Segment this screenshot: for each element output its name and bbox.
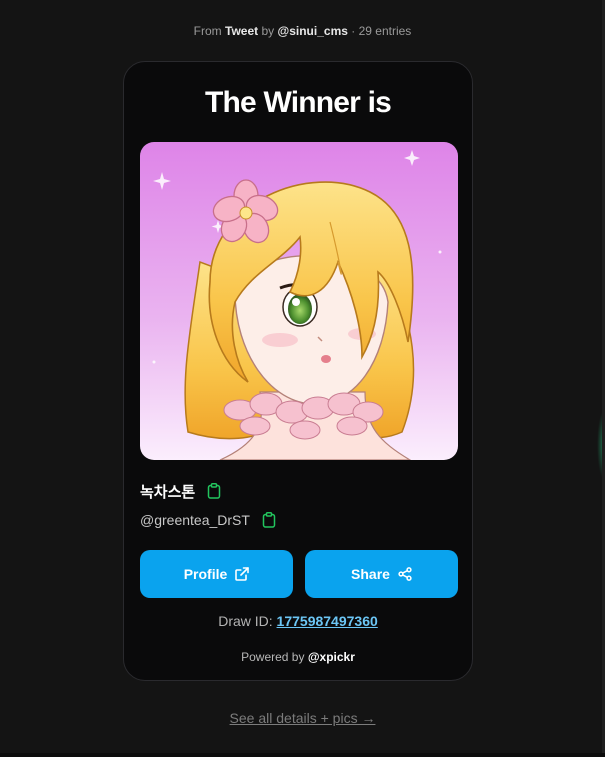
winner-handle-row: @greentea_DrST bbox=[140, 510, 278, 530]
powered-by-brand: @xpickr bbox=[307, 650, 355, 664]
share-icon bbox=[398, 567, 412, 581]
profile-button-label: Profile bbox=[183, 566, 228, 582]
share-button-label: Share bbox=[351, 566, 390, 582]
winner-display-name: 녹차스톤 bbox=[140, 483, 196, 501]
source-by: by bbox=[261, 24, 275, 38]
source-separator: · bbox=[351, 24, 356, 38]
page: From Tweet by @sinui_cms · 29 entries Th… bbox=[0, 0, 605, 757]
draw-id-link[interactable]: 1775987497360 bbox=[277, 613, 378, 629]
winner-name-row: 녹차스톤 bbox=[140, 480, 223, 502]
source-author: @sinui_cms bbox=[277, 24, 348, 38]
copy-handle-clipboard-icon[interactable] bbox=[260, 511, 278, 529]
powered-by-row: Powered by @xpickr bbox=[124, 650, 472, 664]
external-link-icon bbox=[235, 567, 250, 581]
winner-title: The Winner is bbox=[204, 86, 392, 119]
winner-card: The Winner is 녹차스톤 @greentea_DrST Profil… bbox=[123, 61, 473, 681]
see-all-details-link[interactable]: See all details + pics → bbox=[0, 710, 605, 726]
powered-by-label: Powered by bbox=[241, 650, 305, 664]
bottom-edge bbox=[0, 753, 605, 757]
source-platform: Tweet bbox=[225, 24, 259, 38]
source-entries: 29 entries bbox=[358, 24, 412, 38]
draw-id-label: Draw ID: bbox=[218, 613, 273, 629]
draw-id-row: Draw ID: 1775987497360 bbox=[124, 613, 472, 629]
source-prefix: From bbox=[193, 24, 222, 38]
profile-button[interactable]: Profile bbox=[140, 550, 293, 598]
source-line: From Tweet by @sinui_cms · 29 entries bbox=[0, 24, 605, 38]
copy-name-clipboard-icon[interactable] bbox=[205, 482, 223, 500]
winner-avatar bbox=[140, 142, 458, 460]
share-button[interactable]: Share bbox=[305, 550, 458, 598]
winner-handle: @greentea_DrST bbox=[140, 512, 250, 528]
